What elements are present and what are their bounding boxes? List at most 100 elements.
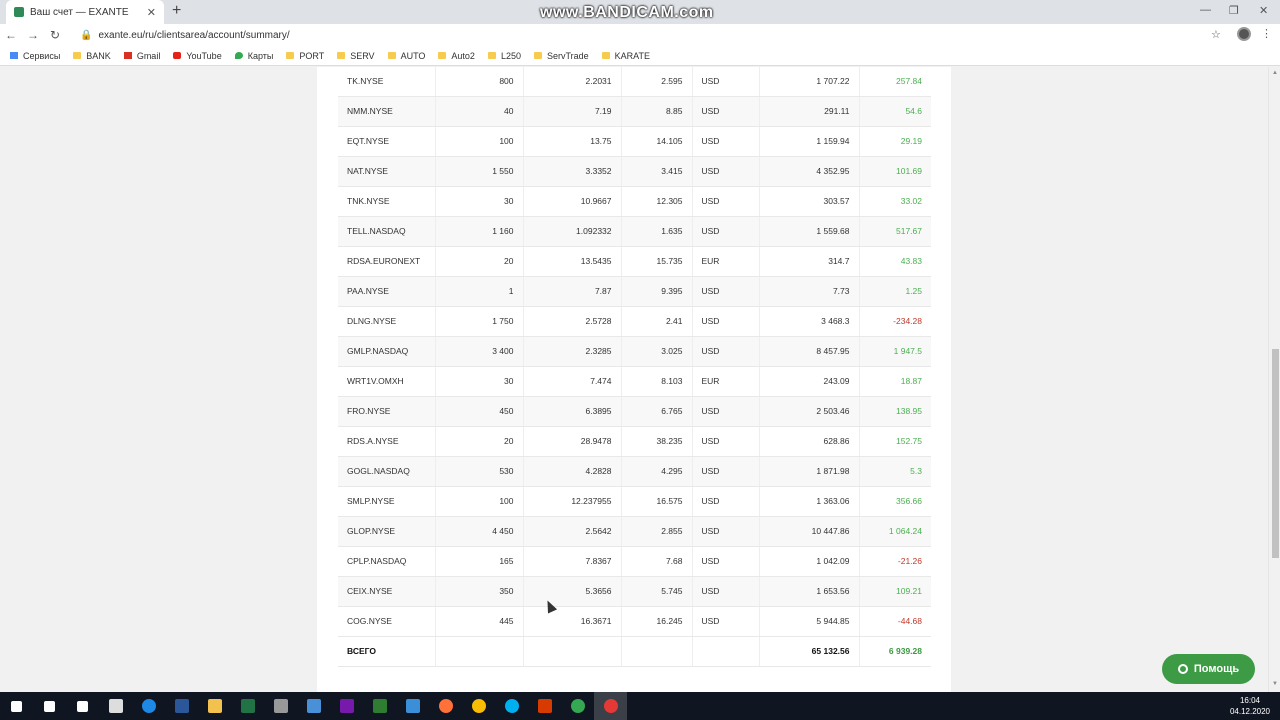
cell-symbol: WRT1V.OMXH [338, 366, 436, 397]
cell-avg: 2.5728 [523, 306, 622, 337]
cell-qty: 20 [435, 426, 524, 457]
cell-qty: 1 [435, 276, 524, 307]
bookmark-auto[interactable]: AUTO [387, 51, 425, 61]
bookmark-servtrade[interactable]: ServTrade [533, 50, 589, 61]
new-tab-icon[interactable]: + [172, 2, 181, 20]
store-icon[interactable] [99, 692, 132, 720]
word-icon[interactable] [165, 692, 198, 720]
bookmark-port[interactable]: PORT [286, 51, 324, 61]
bookmark-label: ServTrade [546, 50, 589, 61]
cell-pnl: -21.26 [859, 546, 931, 577]
page-viewport: TK.NYSE 800 2.2031 2.595 USD 1 707.22 257.84 NM… [0, 67, 1268, 692]
table-row: GMLP.NASDAQ 3 400 2.3285 3.025 USD 8 457.95 1 … [338, 336, 931, 367]
cell-value: 1 707.22 [759, 67, 860, 97]
bookmark-bank[interactable]: BANK [73, 51, 111, 61]
url-field[interactable]: exante.eu/ru/clientsarea/account/summary… [98, 30, 289, 41]
profile-avatar[interactable] [1237, 27, 1251, 41]
scroll-down-icon[interactable]: ▼ [1272, 681, 1278, 687]
bookmark-label: SERV [350, 50, 375, 61]
bookmark-auto2[interactable]: Auto2 [438, 51, 475, 61]
cell-avg: 4.2828 [523, 456, 622, 487]
restore-icon[interactable]: ❐ [1229, 4, 1239, 17]
reload-icon[interactable]: ↻ [44, 28, 66, 42]
cell-value: 2 503.46 [759, 396, 860, 427]
folder-icon [533, 52, 542, 59]
office-icon[interactable] [528, 692, 561, 720]
cell-pnl: 18.87 [859, 366, 931, 397]
lock-icon[interactable]: 🔒 [80, 30, 92, 41]
cell-cur: USD [692, 426, 760, 457]
bandicam-icon[interactable] [594, 692, 627, 720]
tab-close-icon[interactable]: ✕ [147, 6, 156, 19]
cell-value: 10 447.86 [759, 516, 860, 547]
bookmark-карты[interactable]: Карты [234, 51, 273, 61]
cell-qty: 20 [435, 246, 524, 277]
cell-avg: 16.3671 [523, 606, 622, 637]
start-icon[interactable] [0, 692, 33, 720]
firefox-icon[interactable] [429, 692, 462, 720]
cell-cur: USD [692, 456, 760, 487]
table-row: NAT.NYSE 1 550 3.3352 3.415 USD 4 352.95 101.6… [338, 156, 931, 187]
edge-icon[interactable] [132, 692, 165, 720]
cell-pnl: 138.95 [859, 396, 931, 427]
taskbar-clock[interactable]: 16:04 04.12.2020 [1230, 695, 1270, 717]
cell-price: 8.103 [621, 366, 693, 397]
cell-cur: EUR [692, 366, 760, 397]
cell-qty: 445 [435, 606, 524, 637]
cell-pnl: 101.69 [859, 156, 931, 187]
chrome-icon[interactable] [462, 692, 495, 720]
cell-qty: 30 [435, 366, 524, 397]
scroll-up-icon[interactable]: ▲ [1272, 70, 1278, 76]
calculator-icon[interactable] [297, 692, 330, 720]
bookmark-youtube[interactable]: YouTube [173, 51, 222, 61]
cell-cur: USD [692, 67, 760, 97]
cell-avg: 2.2031 [523, 67, 622, 97]
window-close-icon[interactable]: ✕ [1259, 4, 1268, 17]
lynx-icon[interactable] [363, 692, 396, 720]
excel-icon[interactable] [231, 692, 264, 720]
onenote-icon[interactable] [330, 692, 363, 720]
folder-icon [487, 52, 496, 59]
folder-icon [286, 52, 295, 59]
bookmark-l250[interactable]: L250 [487, 51, 521, 61]
cell-price: 3.415 [621, 156, 693, 187]
chrome-icon-2[interactable] [561, 692, 594, 720]
page-scrollbar[interactable]: ▲ ▼ [1268, 67, 1280, 692]
table-row: DLNG.NYSE 1 750 2.5728 2.41 USD 3 468.3 -234.2… [338, 306, 931, 337]
cell-symbol: SMLP.NYSE [338, 486, 436, 517]
bandicam-watermark: www.BANDICAM.com [540, 4, 714, 21]
browser-menu-icon[interactable]: ⋮ [1261, 27, 1272, 40]
scrollbar-thumb[interactable] [1272, 349, 1279, 558]
bookmark-сервисы[interactable]: Сервисы [10, 51, 60, 61]
search-icon[interactable] [33, 692, 66, 720]
browser-tab[interactable]: Ваш счет — EXANTE ✕ [6, 0, 164, 24]
help-button[interactable]: Помощь [1162, 654, 1255, 684]
cell-cur: USD [692, 306, 760, 337]
cell-qty: 1 550 [435, 156, 524, 187]
table-row: CEIX.NYSE 350 5.3656 5.745 USD 1 653.56 109.21 [338, 576, 931, 607]
bookmark-karate[interactable]: KARATE [601, 50, 650, 61]
forward-icon[interactable]: → [22, 28, 44, 42]
cell-price: 2.855 [621, 516, 693, 547]
bookmark-star-icon[interactable]: ☆ [1211, 28, 1221, 41]
minimize-icon[interactable]: — [1200, 4, 1211, 16]
cell-cur: USD [692, 336, 760, 367]
bookmark-serv[interactable]: SERV [337, 50, 375, 61]
total-value: 65 132.56 [759, 636, 860, 667]
settings-icon[interactable] [264, 692, 297, 720]
cell-symbol: NMM.NYSE [338, 96, 436, 127]
mail-icon[interactable] [396, 692, 429, 720]
bookmark-gmail[interactable]: Gmail [123, 51, 160, 61]
cell-price: 12.305 [621, 186, 693, 217]
cell-pnl: 29.19 [859, 126, 931, 157]
cell-avg: 1.092332 [523, 216, 622, 247]
bookmark-label: KARATE [614, 50, 650, 61]
back-icon[interactable]: ← [0, 28, 22, 42]
skype-icon[interactable] [495, 692, 528, 720]
file-explorer-icon[interactable] [198, 692, 231, 720]
cell-symbol: EQT.NYSE [338, 126, 436, 157]
task-view-icon[interactable] [66, 692, 99, 720]
cell-avg: 7.474 [523, 366, 622, 397]
clock-time: 16:04 [1239, 696, 1260, 705]
table-row: SMLP.NYSE 100 12.237955 16.575 USD 1 363.06 35… [338, 486, 931, 517]
